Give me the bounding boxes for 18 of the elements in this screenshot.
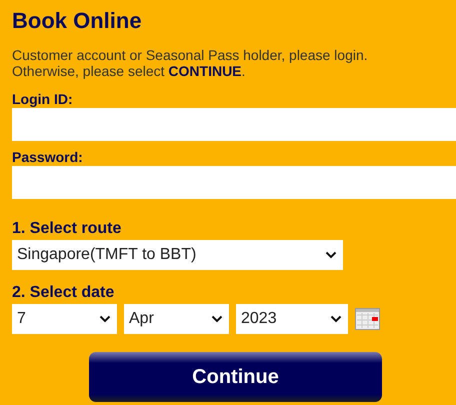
intro-text: Customer account or Seasonal Pass holder, please login. Otherwise, please select CONTINUE. xyxy=(12,47,369,79)
dropdown[interactable]: Singapore(TMFT to BBT) xyxy=(12,240,343,270)
chevron-icon xyxy=(99,315,111,323)
dropdown[interactable]: 7 xyxy=(12,304,117,334)
chevron-icon xyxy=(325,251,337,259)
dropdown[interactable]: 2023 xyxy=(236,304,348,334)
chevron-icon xyxy=(330,315,342,323)
input-field[interactable] xyxy=(12,166,456,199)
section-label: 2. Select date xyxy=(12,284,114,302)
section-label: 1. Select route xyxy=(12,220,122,238)
field-label: Login ID: xyxy=(12,91,73,107)
input-field[interactable] xyxy=(12,108,456,141)
field-label: Password: xyxy=(12,149,83,165)
dropdown[interactable]: Apr xyxy=(124,304,229,334)
calendar-icon[interactable] xyxy=(355,308,380,330)
continue-button[interactable]: Continue xyxy=(89,352,382,402)
page-title: Book Online xyxy=(12,8,143,34)
chevron-icon xyxy=(211,315,223,323)
